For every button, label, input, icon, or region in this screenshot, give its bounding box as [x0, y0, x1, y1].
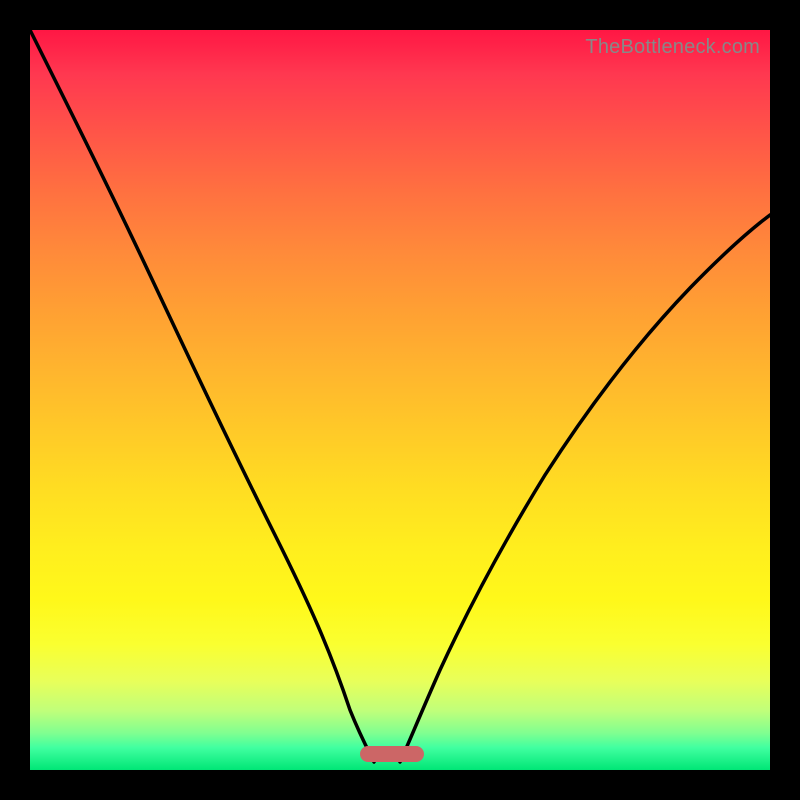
plot-area: TheBottleneck.com — [30, 30, 770, 770]
curve-left-branch — [30, 30, 374, 762]
bottleneck-curve — [30, 30, 770, 770]
chart-frame: TheBottleneck.com — [0, 0, 800, 800]
curve-right-branch — [400, 215, 770, 762]
optimal-range-marker — [360, 746, 424, 762]
